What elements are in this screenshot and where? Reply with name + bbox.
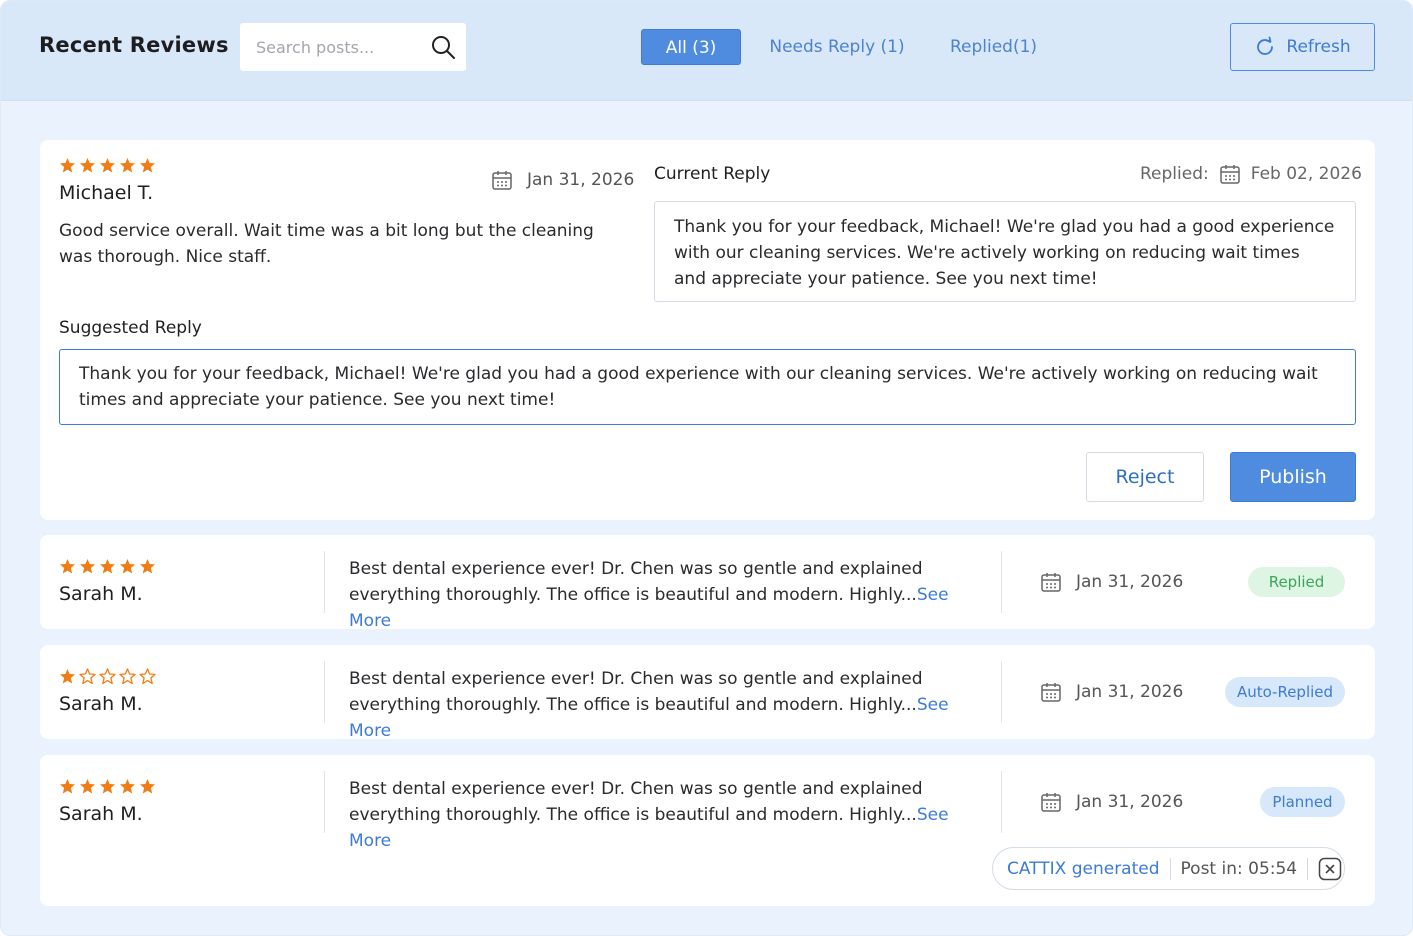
expanded-review-card: Michael T. Jan 31, 2026 Good service ove…	[40, 140, 1375, 520]
search-box[interactable]	[240, 23, 466, 71]
status-badge: Auto-Replied	[1225, 677, 1345, 707]
calendar-icon	[1041, 683, 1061, 702]
star-filled-icon	[60, 779, 75, 794]
star-filled-icon	[80, 559, 95, 574]
star-empty-icon	[79, 668, 96, 685]
generated-label: CATTIX generated	[1007, 858, 1160, 879]
divider	[324, 661, 325, 723]
close-icon[interactable]	[1318, 857, 1342, 881]
review-row[interactable]: Sarah M. Best dental experience ever! Dr…	[40, 535, 1375, 631]
divider	[1169, 857, 1171, 880]
divider	[324, 551, 325, 613]
review-date: Jan 31, 2026	[1040, 791, 1183, 813]
review-text: Best dental experience ever! Dr. Chen wa…	[349, 776, 989, 854]
refresh-icon	[1257, 36, 1274, 55]
refresh-button[interactable]: Refresh	[1230, 23, 1375, 71]
reject-button[interactable]: Reject	[1086, 452, 1204, 502]
divider	[1307, 857, 1309, 880]
star-empty-icon	[99, 668, 116, 685]
calendar-icon	[1041, 573, 1061, 592]
star-rating	[59, 668, 156, 685]
star-filled-icon	[120, 779, 135, 794]
divider	[1001, 771, 1002, 833]
review-date: Jan 31, 2026	[491, 169, 634, 191]
status-badge: Replied	[1248, 567, 1345, 597]
star-filled-icon	[140, 779, 155, 794]
review-text: Best dental experience ever! Dr. Chen wa…	[349, 666, 989, 744]
star-rating	[59, 157, 156, 174]
review-date: Jan 31, 2026	[1040, 571, 1183, 593]
header-bar: Recent Reviews All (3) Needs Reply (1) R…	[1, 1, 1412, 101]
search-icon[interactable]	[430, 34, 456, 60]
reviewer-name: Michael T.	[59, 182, 154, 204]
post-countdown: Post in: 05:54	[1180, 858, 1298, 879]
tab-all[interactable]: All (3)	[641, 29, 741, 65]
replied-date-text: Feb 02, 2026	[1250, 164, 1362, 184]
reviews-panel: Recent Reviews All (3) Needs Reply (1) R…	[0, 0, 1413, 936]
suggested-reply-field[interactable]: Thank you for your feedback, Michael! We…	[59, 349, 1356, 425]
star-filled-icon	[100, 158, 115, 173]
replied-label: Replied:	[1140, 164, 1209, 184]
review-date: Jan 31, 2026	[1040, 681, 1183, 703]
star-filled-icon	[60, 559, 75, 574]
review-date-text: Jan 31, 2026	[1076, 682, 1184, 702]
publish-button[interactable]: Publish	[1230, 452, 1356, 502]
review-text: Best dental experience ever! Dr. Chen wa…	[349, 556, 989, 634]
suggested-reply-label: Suggested Reply	[59, 318, 202, 338]
review-text: Good service overall. Wait time was a bi…	[59, 221, 594, 267]
page-title: Recent Reviews	[39, 33, 229, 57]
reviewer-name: Sarah M.	[59, 583, 143, 605]
tab-replied[interactable]: Replied(1)	[941, 29, 1046, 65]
scheduled-post-bar: CATTIX generated Post in: 05:54	[992, 847, 1345, 890]
tab-needs-reply[interactable]: Needs Reply (1)	[763, 29, 911, 65]
search-input[interactable]	[240, 23, 420, 71]
star-filled-icon	[140, 559, 155, 574]
star-filled-icon	[80, 779, 95, 794]
star-filled-icon	[60, 158, 75, 173]
review-date-text: Jan 31, 2026	[527, 170, 635, 190]
star-rating	[59, 778, 156, 795]
review-date-text: Jan 31, 2026	[1076, 572, 1184, 592]
star-filled-icon	[120, 158, 135, 173]
star-filled-icon	[120, 559, 135, 574]
divider	[324, 771, 325, 833]
star-filled-icon	[140, 158, 155, 173]
star-filled-icon	[60, 669, 75, 684]
star-filled-icon	[100, 559, 115, 574]
calendar-icon	[492, 171, 512, 190]
calendar-icon	[1219, 165, 1240, 184]
star-filled-icon	[100, 779, 115, 794]
current-reply-label: Current Reply	[654, 164, 771, 184]
reviewer-name: Sarah M.	[59, 803, 143, 825]
review-row[interactable]: Sarah M. Best dental experience ever! Dr…	[40, 645, 1375, 741]
divider	[1001, 661, 1002, 723]
current-reply-text: Thank you for your feedback, Michael! We…	[654, 201, 1356, 302]
status-badge: Planned	[1260, 787, 1345, 817]
star-rating	[59, 558, 156, 575]
reviewer-name: Sarah M.	[59, 693, 143, 715]
star-empty-icon	[139, 668, 156, 685]
star-empty-icon	[119, 668, 136, 685]
review-text-content: Best dental experience ever! Dr. Chen wa…	[349, 669, 923, 715]
star-filled-icon	[80, 158, 95, 173]
refresh-label: Refresh	[1286, 37, 1351, 57]
divider	[1001, 551, 1002, 613]
replied-date: Replied: Feb 02, 2026	[1140, 163, 1362, 185]
review-text-content: Best dental experience ever! Dr. Chen wa…	[349, 559, 923, 605]
calendar-icon	[1041, 793, 1061, 812]
review-date-text: Jan 31, 2026	[1076, 792, 1184, 812]
review-text-content: Best dental experience ever! Dr. Chen wa…	[349, 779, 923, 825]
